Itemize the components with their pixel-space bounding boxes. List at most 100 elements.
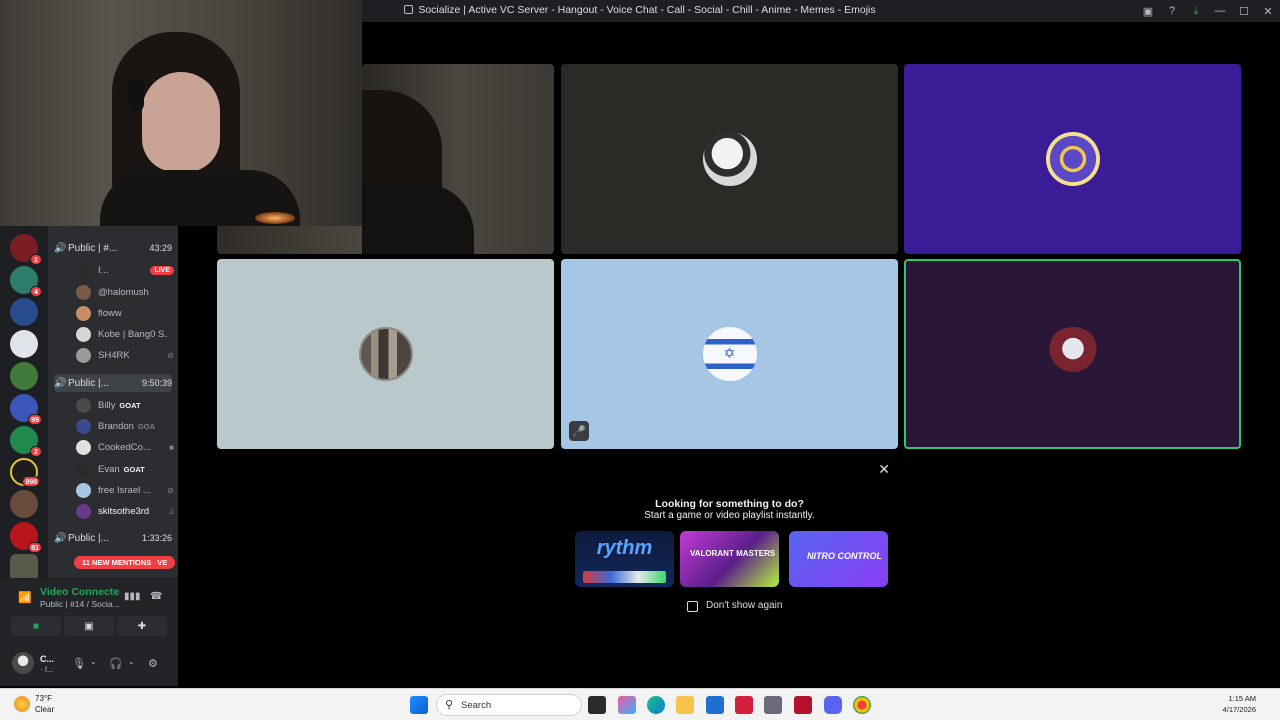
server-icon[interactable] <box>10 330 38 358</box>
new-mentions-pill[interactable]: 11 NEW MENTIONS VE <box>74 556 176 569</box>
acrobat-icon[interactable] <box>735 696 753 714</box>
video-tile-user-1[interactable] <box>561 64 898 254</box>
voice-connected-panel: 📶 Video Connecte Public | #14 / Socia...… <box>0 578 178 640</box>
speaker-icon: 🔊 <box>54 532 67 544</box>
live-badge: LIVE <box>150 265 174 275</box>
activity-card-rythm[interactable]: rythm <box>575 531 674 587</box>
adobe-icon[interactable] <box>794 696 812 714</box>
copilot-icon[interactable] <box>618 696 636 714</box>
avatar <box>76 305 91 321</box>
speaker-icon: 🔊 <box>54 242 67 254</box>
clock-date[interactable]: 4/17/2026 <box>1223 705 1256 714</box>
avatar <box>76 347 91 363</box>
task-view-icon[interactable] <box>588 696 606 714</box>
disconnect-icon[interactable]: ☎ <box>150 591 162 602</box>
help-icon[interactable]: ? <box>1160 0 1184 22</box>
activities-button[interactable]: ✚ <box>117 616 167 636</box>
voice-user[interactable]: SH4RK ⊘ <box>76 346 174 364</box>
server-badge: 4 <box>30 286 42 297</box>
settings-gear-icon[interactable]: ⚙ <box>148 657 158 670</box>
voice-user[interactable]: I... LIVE <box>76 261 174 279</box>
server-icon[interactable]: 2 <box>10 426 42 457</box>
clock-time[interactable]: 1:15 AM <box>1228 694 1256 703</box>
server-icon[interactable]: 81 <box>10 522 42 553</box>
server-badge: 998 <box>22 476 40 487</box>
voice-user[interactable]: @halomush <box>76 283 174 301</box>
camera-button[interactable]: ■ <box>11 616 61 636</box>
chrome-icon[interactable] <box>853 696 871 714</box>
video-tile-self[interactable] <box>362 64 554 254</box>
weather-condition[interactable]: Clear <box>35 705 54 714</box>
maximize-icon[interactable]: ☐ <box>1232 0 1256 22</box>
avatar[interactable] <box>12 652 34 674</box>
voice-user[interactable]: Brandon GOA <box>76 417 174 435</box>
voice-user[interactable]: floww <box>76 304 174 322</box>
voice-user[interactable]: Billy GOAT <box>76 396 174 414</box>
avatar <box>76 482 91 498</box>
voice-channel-2[interactable]: 🔊 Public |... 9:50:39 <box>54 374 172 392</box>
channel-name: Public | #... <box>68 242 118 254</box>
video-tile-user-5-speaking[interactable] <box>904 259 1241 449</box>
chevron-down-icon[interactable]: ⌄ <box>128 657 135 666</box>
server-icon[interactable] <box>10 490 38 518</box>
voice-channel-3[interactable]: 🔊 Public |... 1:33:26 <box>54 529 172 547</box>
taskbar: 73°F Clear ⚲ Search 1:15 AM 4/17/2026 <box>0 688 1280 720</box>
voice-user[interactable]: CookedCo... ■ <box>76 438 174 456</box>
server-icon[interactable]: 998 <box>10 458 40 487</box>
user-name: free Israel ... <box>98 484 151 496</box>
dont-show-again-checkbox[interactable] <box>687 601 698 612</box>
user-name: SH4RK <box>98 349 130 361</box>
channel-timer: 9:50:39 <box>141 378 172 388</box>
avatar <box>76 262 91 278</box>
server-badge: 2 <box>30 446 42 457</box>
voice-user[interactable]: Kobe | Bang0 S... <box>76 325 174 343</box>
server-icon[interactable]: 4 <box>10 266 42 297</box>
channel-timer: 43:29 <box>149 243 172 253</box>
activity-card-valorant[interactable]: VALORANT MASTERS <box>680 531 779 587</box>
voice-user[interactable]: skitsothe3rd ♫ <box>76 502 174 520</box>
headphones-icon[interactable]: 🎧 <box>109 657 123 670</box>
camera-icon: ■ <box>169 442 174 452</box>
store-icon[interactable] <box>706 696 724 714</box>
file-explorer-icon[interactable] <box>676 696 694 714</box>
star-of-david-icon: ✡ <box>723 345 736 361</box>
voice-user[interactable]: Evan GOAT <box>76 460 174 478</box>
voice-channel-1[interactable]: 🔊 Public | #... 43:29 <box>54 239 172 257</box>
edge-browser-icon[interactable] <box>647 696 665 714</box>
voice-status[interactable]: Video Connecte <box>40 586 119 598</box>
screen-share-button[interactable]: ▣ <box>64 616 114 636</box>
minimize-icon[interactable]: — <box>1208 0 1232 22</box>
close-window-icon[interactable]: ✕ <box>1256 0 1280 22</box>
server-icon[interactable] <box>10 362 38 390</box>
server-badge: 99 <box>28 414 42 425</box>
weather-temp[interactable]: 73°F <box>35 694 52 703</box>
microphone-icon[interactable]: 🎙 <box>72 657 86 670</box>
activity-title: Looking for something to do? <box>655 498 804 510</box>
user-panel: C... · I... 🎙 ⌄ 🎧 ⌄ ⚙ <box>0 640 178 686</box>
voice-channel-link[interactable]: Public | #14 / Socia... <box>40 599 120 609</box>
server-icon[interactable] <box>10 298 38 326</box>
server-icon[interactable]: 1 <box>10 234 42 265</box>
valorant-card-label: VALORANT MASTERS <box>690 549 776 558</box>
avatar <box>1045 327 1100 381</box>
server-icon[interactable]: 99 <box>10 394 42 425</box>
video-tile-user-2[interactable] <box>904 64 1241 254</box>
start-button-icon[interactable] <box>410 696 428 714</box>
weather-icon[interactable] <box>14 696 30 712</box>
speaking-icon: ♫ <box>168 506 174 516</box>
signal-icon[interactable]: 📶 <box>18 591 32 604</box>
activity-card-nitro-control[interactable]: NITRO CONTROL <box>789 531 888 587</box>
game-controller-icon[interactable] <box>764 696 782 714</box>
video-tile-self-lower[interactable] <box>217 226 362 254</box>
chevron-down-icon[interactable]: ⌄ <box>90 657 97 666</box>
inbox-icon[interactable]: ▣ <box>1136 0 1160 22</box>
close-icon[interactable]: ✕ <box>878 461 890 478</box>
taskbar-search[interactable]: ⚲ Search <box>436 694 582 716</box>
noise-suppression-icon[interactable]: ▮▮▮ <box>124 591 141 602</box>
discord-icon[interactable] <box>824 696 842 714</box>
voice-user[interactable]: free Israel ... ⊘ <box>76 481 174 499</box>
video-tile-user-4[interactable]: ✡ 🎤 <box>561 259 898 449</box>
video-tile-user-3[interactable] <box>217 259 554 449</box>
download-icon[interactable]: ⤓ <box>1184 0 1208 22</box>
activity-subtitle: Start a game or video playlist instantly… <box>644 510 815 521</box>
